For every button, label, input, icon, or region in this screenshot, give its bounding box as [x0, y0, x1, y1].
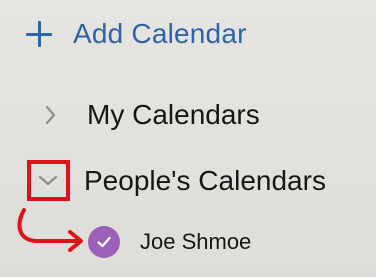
chevron-right-icon[interactable]	[30, 95, 72, 135]
my-calendars-group[interactable]: My Calendars	[30, 95, 260, 135]
annotation-arrow-icon	[17, 208, 83, 252]
calendar-item-label: Joe Shmoe	[140, 229, 252, 254]
checkmark-icon	[97, 236, 111, 248]
calendar-checkbox[interactable]	[88, 226, 120, 258]
calendar-sidebar: Add Calendar My Calendars People's Calen…	[0, 0, 376, 277]
calendar-item-joe-shmoe[interactable]: Joe Shmoe	[88, 224, 251, 260]
plus-icon	[26, 21, 52, 47]
my-calendars-label: My Calendars	[87, 99, 260, 130]
add-calendar-label: Add Calendar	[73, 18, 247, 49]
add-calendar-button[interactable]: Add Calendar	[26, 14, 247, 54]
chevron-down-icon[interactable]	[27, 161, 69, 201]
peoples-calendars-label: People's Calendars	[84, 165, 326, 196]
peoples-calendars-group[interactable]: People's Calendars	[30, 161, 326, 201]
